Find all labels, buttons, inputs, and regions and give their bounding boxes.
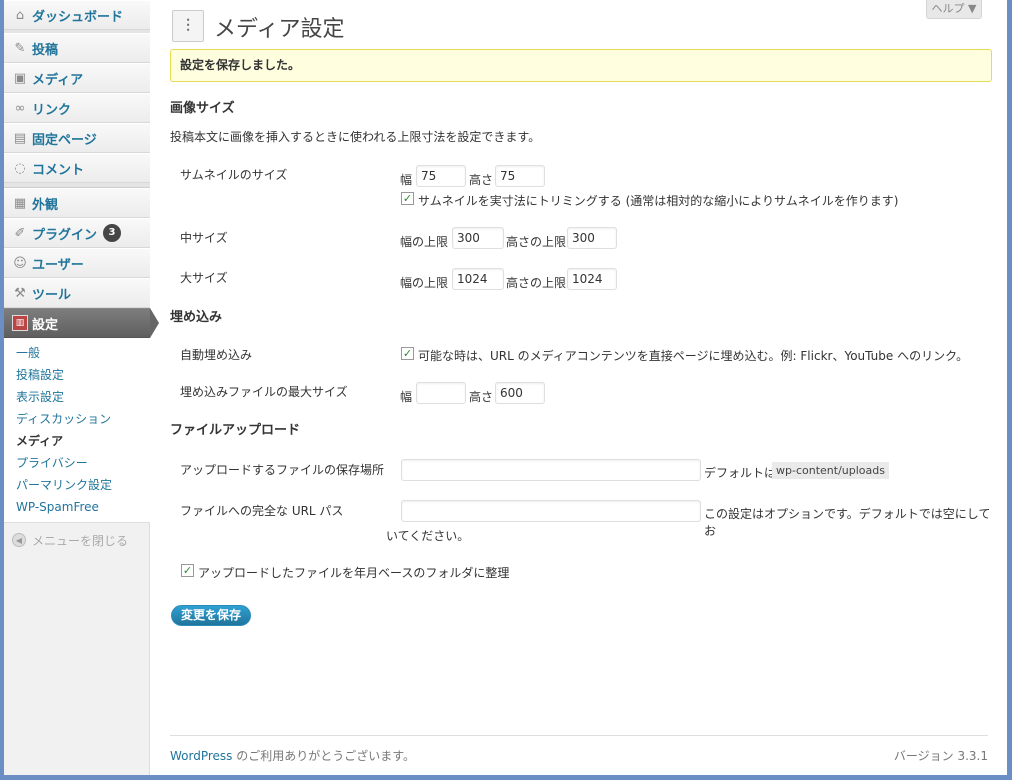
collapse-arrow-icon: ◀ (12, 533, 26, 547)
menu-media[interactable]: ▣ メディア (4, 63, 150, 93)
thumbnail-crop-checkbox[interactable]: ✓ (401, 192, 414, 205)
menu-settings[interactable]: ▥ 設定 (4, 308, 150, 338)
menu-label: プラグイン (32, 227, 98, 243)
settings-sliders-icon: ⫶ (172, 10, 204, 42)
window-frame-right (1007, 0, 1012, 780)
thumbnail-width-input[interactable] (416, 165, 466, 187)
submenu-wp-spamfree[interactable]: WP-SpamFree (4, 496, 150, 518)
users-icon: ☺ (13, 255, 27, 271)
section-heading-embeds: 埋め込み (170, 310, 223, 325)
organize-uploads-checkbox[interactable]: ✓ (181, 564, 194, 577)
large-height-input[interactable] (567, 268, 617, 290)
submenu-discussion[interactable]: ディスカッション (4, 408, 150, 430)
footer-divider (170, 735, 988, 736)
section-heading-image-sizes: 画像サイズ (170, 101, 235, 116)
embed-width-input[interactable] (416, 382, 466, 404)
upload-path-default-text: デフォルトは (704, 466, 777, 480)
large-width-label: 幅の上限 (400, 276, 449, 290)
medium-width-input[interactable] (452, 227, 504, 249)
settings-submenu: 一般 投稿設定 表示設定 ディスカッション メディア プライバシー パーマリンク… (4, 338, 150, 523)
collapse-menu-button[interactable]: ◀ メニューを閉じる (12, 530, 128, 550)
menu-label: ツール (32, 287, 72, 303)
submenu-privacy[interactable]: プライバシー (4, 452, 150, 474)
large-height-label: 高さの上限 (506, 276, 567, 290)
menu-appearance[interactable]: ▦ 外観 (4, 188, 150, 218)
large-width-input[interactable] (452, 268, 504, 290)
menu-links[interactable]: ∞ リンク (4, 93, 150, 123)
upload-path-default-code: wp-content/uploads (772, 462, 889, 479)
menu-label: 設定 (32, 317, 59, 333)
submenu-reading[interactable]: 表示設定 (4, 386, 150, 408)
organize-uploads-label: アップロードしたファイルを年月ベースのフォルダに整理 (198, 566, 510, 580)
menu-posts[interactable]: ✎ 投稿 (4, 33, 150, 63)
menu-users[interactable]: ☺ ユーザー (4, 248, 150, 278)
menu-dashboard[interactable]: ⌂ ダッシュボード (4, 0, 150, 30)
auto-embeds-check-label: 可能な時は、URL のメディアコンテンツを直接ページに埋め込む。例: Flick… (418, 349, 969, 363)
page-icon: ▤ (13, 130, 27, 146)
upload-url-help-line2: いてください。 (386, 529, 470, 543)
window-frame-bottom (0, 775, 1012, 780)
section-heading-uploading: ファイルアップロード (170, 423, 301, 438)
embed-height-input[interactable] (495, 382, 545, 404)
settings-icon: ▥ (12, 315, 28, 331)
menu-label: ダッシュボード (32, 9, 124, 25)
house-icon: ⌂ (15, 7, 25, 23)
menu-label: ユーザー (32, 257, 84, 273)
upload-url-help-line1: この設定はオプションです。デフォルトでは空にしてお (704, 507, 991, 538)
footer-thanks: WordPress のご利用ありがとうございます。 (170, 747, 415, 764)
upload-path-input[interactable] (401, 459, 701, 481)
submenu-general[interactable]: 一般 (4, 342, 150, 364)
save-changes-button[interactable]: 変更を保存 (171, 605, 252, 626)
settings-saved-notice: 設定を保存しました。 (170, 49, 992, 82)
admin-sidebar: ⌂ ダッシュボード ✎ 投稿 ▣ メディア ∞ リンク ▤ 固定ページ ◌ コメ… (4, 0, 150, 775)
appearance-icon: ▦ (13, 195, 27, 211)
medium-width-label: 幅の上限 (400, 235, 449, 249)
wordpress-link[interactable]: WordPress (170, 749, 232, 763)
submenu-media[interactable]: メディア (4, 430, 150, 452)
footer-version: バージョン 3.3.1 (893, 749, 988, 763)
embed-width-label: 幅 (400, 390, 413, 404)
auto-embeds-label: 自動埋め込み (180, 348, 253, 362)
embed-max-size-label: 埋め込みファイルの最大サイズ (180, 385, 348, 399)
update-count-badge: 3 (103, 224, 122, 242)
thumbnail-height-input[interactable] (495, 165, 545, 187)
media-icon: ▣ (13, 70, 27, 86)
medium-height-input[interactable] (567, 227, 617, 249)
large-size-label: 大サイズ (180, 271, 228, 285)
help-tab-button[interactable]: ヘルプ ▼ (926, 0, 982, 19)
thumbnail-width-label: 幅 (400, 173, 413, 187)
medium-size-label: 中サイズ (180, 231, 228, 245)
menu-plugins[interactable]: ✐ プラグイン 3 (4, 218, 150, 248)
page-title: メディア設定 (214, 17, 345, 42)
menu-label: 固定ページ (32, 132, 97, 148)
menu-label: リンク (32, 102, 72, 118)
upload-url-label: ファイルへの完全な URL パス (180, 504, 344, 518)
menu-label: コメント (32, 162, 85, 178)
tools-icon: ⚒ (14, 285, 26, 301)
pin-icon: ✎ (14, 40, 26, 56)
link-icon: ∞ (14, 100, 26, 116)
menu-label: メディア (32, 72, 84, 88)
thumbnail-size-label: サムネイルのサイズ (180, 168, 288, 182)
thumbnail-crop-label: サムネイルを実寸法にトリミングする (通常は相対的な縮小によりサムネイルを作りま… (418, 194, 899, 208)
submenu-writing[interactable]: 投稿設定 (4, 364, 150, 386)
upload-url-input[interactable] (401, 500, 701, 522)
collapse-label: メニューを閉じる (32, 533, 129, 548)
current-menu-arrow (150, 308, 159, 338)
menu-comments[interactable]: ◌ コメント (4, 153, 150, 183)
menu-label: 外観 (32, 197, 59, 213)
embed-height-label: 高さ (469, 390, 494, 404)
thumbnail-height-label: 高さ (469, 173, 494, 187)
menu-pages[interactable]: ▤ 固定ページ (4, 123, 150, 153)
image-sizes-description: 投稿本文に画像を挿入するときに使われる上限寸法を設定できます。 (170, 130, 541, 144)
auto-embeds-checkbox[interactable]: ✓ (401, 347, 414, 360)
medium-height-label: 高さの上限 (506, 235, 567, 249)
comment-bubble-icon: ◌ (14, 160, 26, 176)
footer-thanks-text: のご利用ありがとうございます。 (232, 749, 416, 763)
plugin-icon: ✐ (14, 225, 26, 241)
menu-tools[interactable]: ⚒ ツール (4, 278, 150, 308)
upload-path-label: アップロードするファイルの保存場所 (180, 463, 385, 477)
menu-label: 投稿 (32, 42, 59, 58)
submenu-permalinks[interactable]: パーマリンク設定 (4, 474, 150, 496)
